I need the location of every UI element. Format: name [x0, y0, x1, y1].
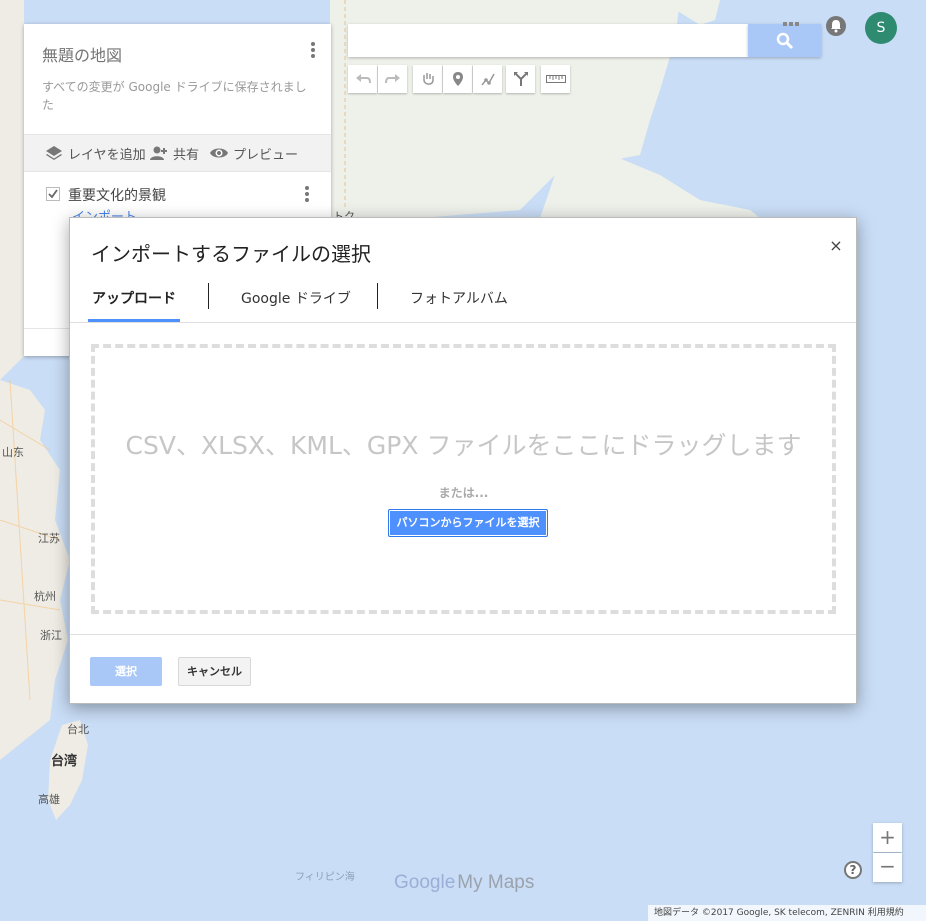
- preview-button[interactable]: プレビュー: [209, 143, 298, 163]
- choose-file-from-computer-button[interactable]: パソコンからファイルを選択: [388, 509, 548, 537]
- directions-icon: [513, 72, 528, 86]
- pan-tool-button[interactable]: [413, 65, 442, 93]
- layer-visibility-checkbox[interactable]: [46, 186, 60, 201]
- undo-icon: [355, 74, 371, 84]
- map-label-jiangsu: 江苏: [38, 532, 60, 545]
- import-file-dialog: インポートするファイルの選択 × アップロード Google ドライブ フォトア…: [69, 217, 857, 704]
- map-label-taiwan: 台湾: [51, 754, 78, 769]
- draw-line-icon: [480, 73, 495, 86]
- tab-upload[interactable]: アップロード: [92, 288, 176, 314]
- map-attribution: 地図データ ©2017 Google, SK telecom, ZENRIN 利…: [648, 905, 926, 921]
- cancel-button[interactable]: キャンセル: [178, 657, 251, 686]
- import-source-tabs: アップロード Google ドライブ フォトアルバム: [70, 280, 856, 323]
- eye-icon: [209, 143, 229, 163]
- dialog-title: インポートするファイルの選択: [91, 242, 371, 266]
- map-label-shandong: 山东: [2, 446, 24, 459]
- add-marker-button[interactable]: [443, 65, 472, 93]
- select-button[interactable]: 選択: [90, 657, 162, 686]
- layer-row: 重要文化的景観: [24, 174, 331, 214]
- layer-options-menu-icon[interactable]: [302, 184, 312, 204]
- pan-hand-icon: [422, 73, 434, 85]
- google-my-maps-logo: Google My Maps: [394, 872, 534, 894]
- map-label-zhejiang: 浙江: [40, 629, 62, 642]
- marker-icon: [452, 72, 463, 86]
- tab-google-drive[interactable]: Google ドライブ: [241, 288, 351, 314]
- google-logo-text: Google: [394, 872, 456, 893]
- tab-photo-album[interactable]: フォトアルバム: [410, 288, 508, 314]
- map-label-philippine-sea: フィリピン海: [295, 872, 355, 883]
- zoom-in-button[interactable]: +: [873, 823, 902, 852]
- add-layer-button[interactable]: レイヤを追加: [44, 143, 146, 163]
- tab-divider: [377, 283, 378, 309]
- share-label: 共有: [173, 147, 200, 163]
- measure-button[interactable]: [541, 65, 570, 93]
- map-label-kaohsiung: 高雄: [38, 793, 60, 806]
- ruler-icon: [545, 75, 566, 83]
- save-status-text: すべての変更が Google ドライブに保存されました: [42, 80, 307, 112]
- dialog-footer: 選択 キャンセル: [70, 634, 856, 704]
- file-drop-zone[interactable]: CSV、XLSX、KML、GPX ファイルをここにドラッグします または... …: [91, 344, 836, 614]
- drop-zone-text: CSV、XLSX、KML、GPX ファイルをここにドラッグします: [125, 431, 802, 460]
- help-icon[interactable]: ?: [844, 861, 862, 879]
- my-maps-logo-text: My Maps: [457, 872, 535, 893]
- add-person-icon: [149, 143, 169, 163]
- add-layer-label: レイヤを追加: [68, 147, 146, 163]
- share-button[interactable]: 共有: [149, 143, 199, 163]
- search-icon: [776, 32, 793, 49]
- layers-icon: [44, 143, 64, 163]
- apps-grid-icon[interactable]: [783, 15, 799, 26]
- account-avatar[interactable]: S: [865, 12, 897, 44]
- redo-button[interactable]: [378, 65, 407, 93]
- tab-divider: [208, 283, 209, 309]
- redo-icon: [384, 74, 400, 84]
- map-options-menu-icon[interactable]: [308, 40, 318, 60]
- layer-name[interactable]: 重要文化的景観: [68, 185, 166, 205]
- panel-actions-bar: レイヤを追加 共有 プレビュー: [24, 134, 331, 172]
- active-tab-indicator: [88, 319, 180, 322]
- map-label-hangzhou: 杭州: [34, 590, 56, 603]
- undo-button[interactable]: [348, 65, 377, 93]
- or-text: または...: [438, 486, 489, 500]
- draw-line-button[interactable]: [473, 65, 502, 93]
- directions-button[interactable]: [506, 65, 535, 93]
- preview-label: プレビュー: [233, 147, 299, 163]
- map-title[interactable]: 無題の地図: [42, 42, 122, 66]
- close-icon[interactable]: ×: [828, 238, 844, 254]
- notifications-bell-icon[interactable]: [826, 16, 846, 36]
- map-label-taipei: 台北: [67, 723, 89, 736]
- search-input[interactable]: [348, 24, 748, 57]
- zoom-out-button[interactable]: −: [873, 853, 902, 882]
